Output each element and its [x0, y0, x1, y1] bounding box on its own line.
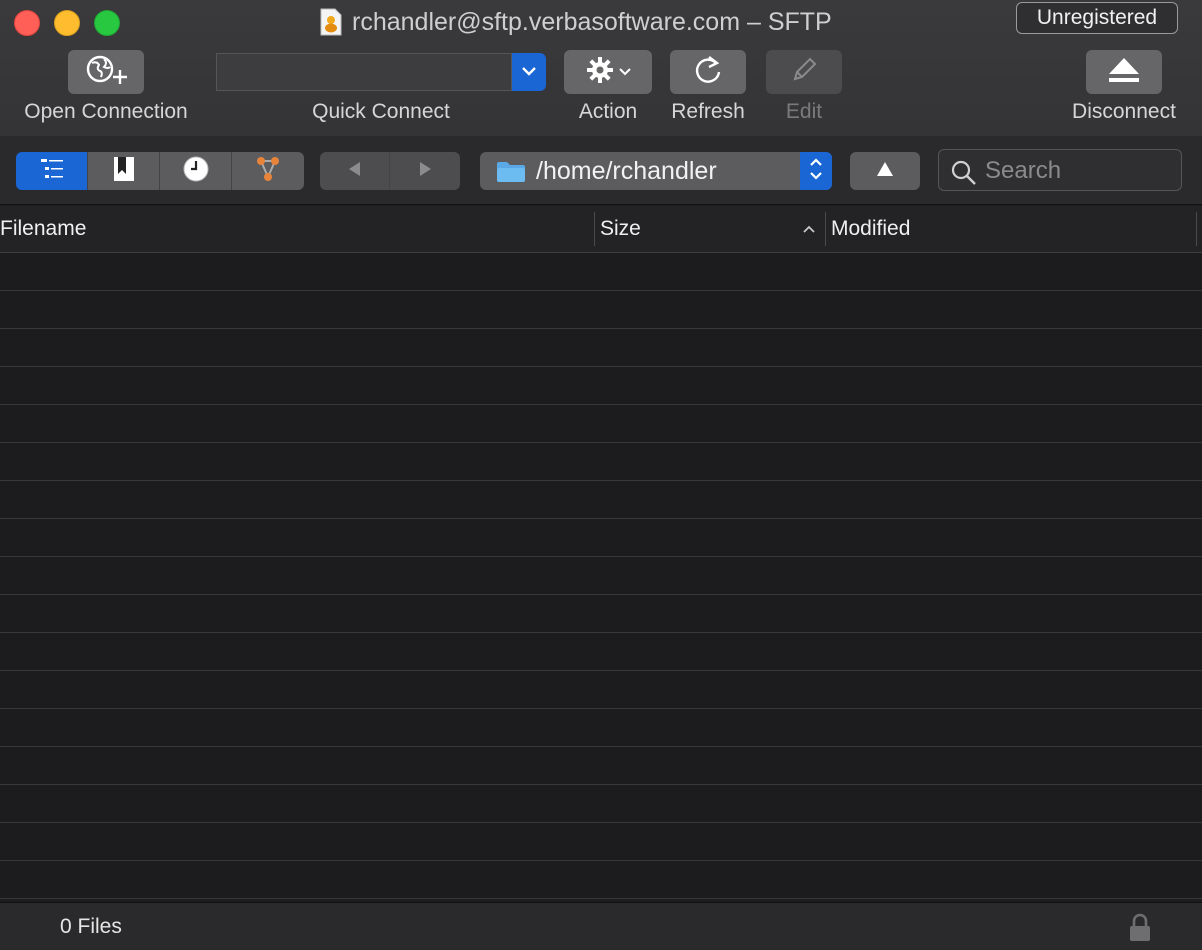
- history-navigation: [320, 152, 460, 190]
- edit-label: Edit: [785, 100, 823, 123]
- triangle-up-icon: [876, 161, 894, 182]
- clock-icon: [182, 155, 210, 188]
- eject-icon: [1106, 55, 1142, 90]
- column-divider[interactable]: [594, 212, 595, 246]
- table-row: [0, 291, 1202, 329]
- table-row: [0, 633, 1202, 671]
- search-input[interactable]: [983, 154, 1177, 188]
- file-count: 0 Files: [60, 915, 122, 938]
- refresh-label: Refresh: [671, 100, 745, 123]
- open-connection-label: Open Connection: [24, 100, 188, 123]
- maximize-window-button[interactable]: [94, 10, 120, 36]
- file-table-header: Filename Size Modified: [0, 206, 1202, 253]
- refresh-icon: [691, 53, 725, 92]
- parent-directory-button[interactable]: [850, 152, 920, 190]
- column-divider[interactable]: [825, 212, 826, 246]
- refresh-button[interactable]: [670, 50, 746, 94]
- up-down-chevron-icon: [808, 156, 824, 187]
- column-header-filename[interactable]: Filename: [0, 206, 594, 252]
- quick-connect-label: Quick Connect: [312, 100, 450, 123]
- minimize-window-button[interactable]: [54, 10, 80, 36]
- browser-view-button[interactable]: [16, 152, 88, 190]
- window-title-area: rchandler@sftp.verbasoftware.com – SFTP: [320, 6, 832, 38]
- table-row: [0, 253, 1202, 291]
- forward-button[interactable]: [390, 152, 460, 190]
- current-path: /home/rchandler: [536, 157, 717, 185]
- open-connection-button[interactable]: [68, 50, 144, 94]
- gear-icon: [585, 55, 615, 90]
- table-row: [0, 709, 1202, 747]
- action-button[interactable]: [564, 50, 652, 94]
- table-row: [0, 329, 1202, 367]
- path-stepper[interactable]: [800, 152, 832, 190]
- view-mode-segmented-control: [16, 152, 304, 190]
- column-header-size-label: Size: [600, 217, 641, 240]
- path-popup-button[interactable]: /home/rchandler: [480, 152, 832, 190]
- pencil-icon: [787, 53, 821, 92]
- file-list[interactable]: [0, 253, 1202, 900]
- back-button[interactable]: [320, 152, 390, 190]
- history-view-button[interactable]: [160, 152, 232, 190]
- column-header-modified[interactable]: Modified: [831, 206, 1191, 252]
- bonjour-view-button[interactable]: [232, 152, 304, 190]
- folder-icon: [496, 161, 526, 183]
- triangle-right-icon: [416, 160, 434, 183]
- sftp-window: rchandler@sftp.verbasoftware.com – SFTP …: [0, 0, 1202, 950]
- bookmarks-view-button[interactable]: [88, 152, 160, 190]
- chevron-down-icon: [521, 63, 537, 81]
- action-label: Action: [578, 100, 638, 123]
- bonjour-icon: [253, 155, 283, 188]
- quick-connect-dropdown-button[interactable]: [512, 53, 546, 91]
- globe-plus-icon: [82, 53, 130, 92]
- table-row: [0, 519, 1202, 557]
- disconnect-button[interactable]: [1086, 50, 1162, 94]
- unregistered-badge[interactable]: Unregistered: [1016, 2, 1178, 34]
- status-bar: 0 Files: [0, 902, 1202, 950]
- disconnect-label: Disconnect: [1072, 100, 1176, 123]
- window-title: rchandler@sftp.verbasoftware.com – SFTP: [352, 7, 832, 36]
- triangle-left-icon: [346, 160, 364, 183]
- table-row: [0, 671, 1202, 709]
- lock-icon[interactable]: [1128, 913, 1152, 948]
- quick-connect-input[interactable]: [216, 53, 512, 91]
- table-row: [0, 823, 1202, 861]
- table-row: [0, 595, 1202, 633]
- table-row: [0, 481, 1202, 519]
- window-chrome: rchandler@sftp.verbasoftware.com – SFTP …: [0, 0, 1202, 137]
- column-header-size[interactable]: Size: [600, 206, 824, 252]
- chevron-down-icon: [619, 63, 631, 81]
- table-row: [0, 405, 1202, 443]
- close-window-button[interactable]: [14, 10, 40, 36]
- outline-view-icon: [39, 157, 65, 186]
- table-row: [0, 443, 1202, 481]
- quick-connect-combo: [216, 53, 546, 91]
- bookmark-icon: [112, 156, 136, 187]
- document-icon: [320, 8, 342, 36]
- column-divider[interactable]: [1196, 212, 1197, 246]
- search-icon: [951, 160, 977, 191]
- search-field: [938, 149, 1182, 191]
- edit-button[interactable]: [766, 50, 842, 94]
- table-row: [0, 785, 1202, 823]
- table-row: [0, 861, 1202, 899]
- table-row: [0, 557, 1202, 595]
- table-row: [0, 747, 1202, 785]
- table-row: [0, 367, 1202, 405]
